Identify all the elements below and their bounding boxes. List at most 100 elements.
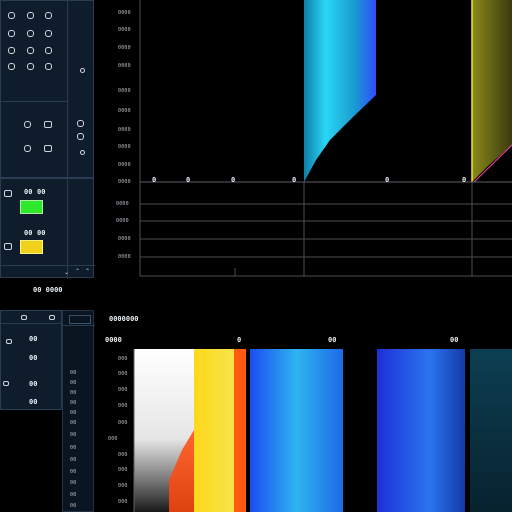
small-toggle-icon[interactable] — [4, 190, 12, 197]
bottom-left-header: 00 0000 — [33, 286, 63, 294]
y-tick-label: 0000 — [118, 144, 131, 150]
knob-icon[interactable] — [44, 121, 52, 128]
chart-left-label: 0000 — [105, 336, 122, 344]
x-tick-label: 0 — [385, 176, 390, 184]
status-label: 00 — [24, 188, 33, 196]
knob-icon[interactable] — [8, 63, 15, 70]
small-toggle-icon[interactable] — [4, 243, 12, 250]
y-tick-label: 0000 — [118, 63, 131, 69]
y-tick-label: 000 — [118, 371, 128, 377]
status-panel: 00 00 00 00 ⌄ ⌃ ⌃ — [0, 178, 95, 279]
knob-icon[interactable] — [27, 63, 34, 70]
y-tick-label: 0000 — [118, 45, 131, 51]
knob-icon[interactable] — [45, 47, 52, 54]
y-tick-label: 0000 — [118, 27, 131, 33]
chart-title: 0000000 — [109, 315, 139, 323]
panel-label: 00 — [29, 354, 38, 362]
y-tick-label: 0000 — [118, 10, 131, 16]
knob-icon[interactable] — [8, 30, 15, 37]
bottom-chart-svg — [133, 349, 512, 512]
y-tick-label: 0000 — [116, 201, 129, 207]
knob-icon[interactable] — [27, 47, 34, 54]
strip-tick-label: 00 — [70, 390, 77, 396]
x-tick-label: 0 — [292, 176, 297, 184]
strip-tick-label: 00 — [70, 400, 77, 406]
status-label: 00 — [37, 188, 46, 196]
column-label: 00 — [328, 336, 337, 344]
olive-band — [472, 0, 512, 182]
green-indicator — [20, 200, 43, 214]
y-tick-label: 000 — [118, 387, 128, 393]
small-toggle-icon[interactable] — [49, 315, 55, 320]
strip-tick-label: 00 — [70, 420, 77, 426]
strip-tick-label: 00 — [70, 480, 77, 486]
y-tick-label: 000 — [118, 467, 128, 473]
small-toggle-icon[interactable] — [3, 381, 9, 386]
yellow-indicator — [20, 240, 43, 254]
column-label: 00 — [450, 336, 459, 344]
knob-icon[interactable] — [44, 145, 52, 152]
knob-icon[interactable] — [8, 12, 15, 19]
panel-label: 00 — [29, 380, 38, 388]
knob-icon[interactable] — [45, 30, 52, 37]
bottom-chart: 0000000 0000 0 00 00 000 000 000 000 000… — [94, 300, 512, 512]
orange-column — [234, 349, 246, 512]
panel-label: 00 — [29, 398, 38, 406]
x-tick-label: 0 — [231, 176, 236, 184]
strip-tick-label: 00 — [70, 445, 77, 451]
y-tick-label: 0000 — [118, 127, 131, 133]
knob-icon[interactable] — [45, 12, 52, 19]
strip-tick-label: 00 — [70, 469, 77, 475]
strip-tick-label: 00 — [70, 457, 77, 463]
knob-icon[interactable] — [80, 68, 85, 73]
teal-column — [470, 349, 512, 512]
knob-icon[interactable] — [24, 121, 31, 128]
x-tick-label: 0 — [152, 176, 157, 184]
knob-icon[interactable] — [24, 145, 31, 152]
blue-column — [250, 349, 343, 512]
status-label: 00 — [24, 229, 33, 237]
top-chart-svg — [139, 0, 512, 277]
column-label: 0 — [237, 336, 242, 344]
blue-column-2 — [377, 349, 465, 512]
y-tick-label: 0000 — [116, 218, 129, 224]
y-tick-label: 0000 — [118, 254, 131, 260]
y-tick-label: 0000 — [118, 236, 131, 242]
strip-tick-label: 00 — [70, 370, 77, 376]
status-label: 00 — [37, 229, 46, 237]
knob-icon[interactable] — [77, 120, 84, 127]
knob-icon[interactable] — [77, 133, 84, 140]
y-tick-label: 000 — [118, 356, 128, 362]
knob-icon[interactable] — [27, 12, 34, 19]
cyan-band — [304, 0, 376, 182]
bottom-left-panel: 00 00 00 00 — [0, 310, 63, 410]
y-tick-label: 0000 — [118, 108, 131, 114]
strip-tick-label: 00 — [70, 432, 77, 438]
y-tick-label: 000 — [118, 483, 128, 489]
y-tick-label: 000 — [118, 452, 128, 458]
chevron-icon[interactable]: ⌃ — [75, 268, 80, 275]
chevron-icon[interactable]: ⌄ — [64, 269, 69, 276]
x-tick-label: 0 — [186, 176, 191, 184]
small-toggle-icon[interactable] — [6, 339, 12, 344]
chevron-icon[interactable]: ⌃ — [85, 268, 90, 275]
y-tick-label: 0000 — [118, 162, 131, 168]
y-tick-label: 000 — [108, 436, 118, 442]
strip-tick-label: 00 — [70, 503, 77, 509]
y-tick-label: 0000 — [118, 88, 131, 94]
status-divider — [67, 179, 68, 279]
knob-icon[interactable] — [80, 150, 85, 155]
top-chart: 0000 0000 0000 0000 0000 0000 0000 0000 … — [94, 0, 512, 278]
knob-icon[interactable] — [8, 47, 15, 54]
knob-icon[interactable] — [45, 63, 52, 70]
y-tick-label: 000 — [118, 499, 128, 505]
small-toggle-icon[interactable] — [21, 315, 27, 320]
strip-tick-label: 00 — [70, 492, 77, 498]
x-tick-label: 0 — [462, 176, 467, 184]
knob-icon[interactable] — [27, 30, 34, 37]
panel-label: 00 — [29, 335, 38, 343]
bottom-rule — [1, 265, 95, 266]
y-tick-label: 000 — [118, 420, 128, 426]
strip-tick-label: 00 — [70, 380, 77, 386]
y-tick-label: 000 — [118, 403, 128, 409]
